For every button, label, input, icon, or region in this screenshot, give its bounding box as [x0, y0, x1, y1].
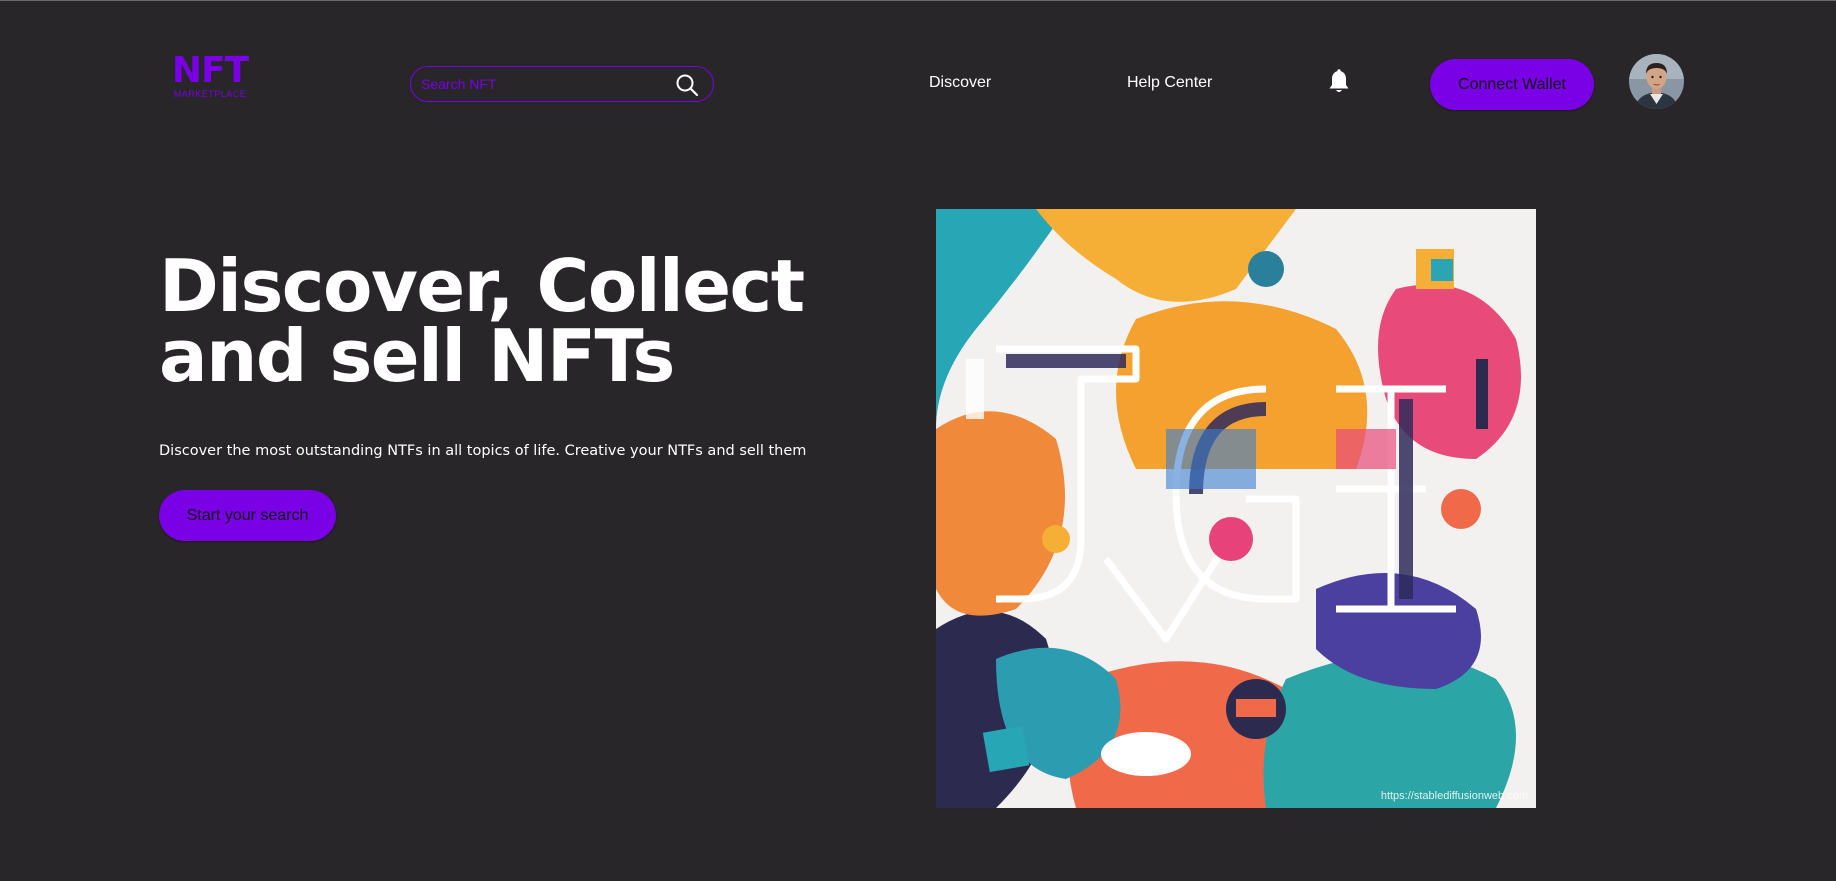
- connect-wallet-button[interactable]: Connect Wallet: [1430, 59, 1594, 110]
- search-input[interactable]: [421, 67, 671, 100]
- hero-subtitle: Discover the most outstanding NTFs in al…: [159, 443, 807, 459]
- avatar-image: [1629, 54, 1684, 109]
- artwork-watermark: https://stablediffusionweb.com: [1380, 790, 1528, 802]
- logo-main-text: NFT: [171, 50, 249, 91]
- bell-icon[interactable]: [1327, 69, 1351, 95]
- user-avatar[interactable]: [1629, 54, 1684, 109]
- nav-discover-link[interactable]: Discover: [929, 74, 991, 92]
- hero-title: Discover, Collect and sell NFTs: [159, 244, 805, 398]
- nft-artwork-image: [936, 209, 1536, 808]
- logo[interactable]: NFT MARKETPLACE: [170, 53, 250, 103]
- start-search-button[interactable]: Start your search: [159, 490, 336, 541]
- nav-help-center-link[interactable]: Help Center: [1127, 74, 1212, 92]
- logo-sub-text: MARKETPLACE: [173, 89, 247, 99]
- hero-artwork: https://stablediffusionweb.com: [936, 209, 1536, 808]
- search-icon[interactable]: [675, 73, 699, 97]
- search-bar: [410, 66, 714, 102]
